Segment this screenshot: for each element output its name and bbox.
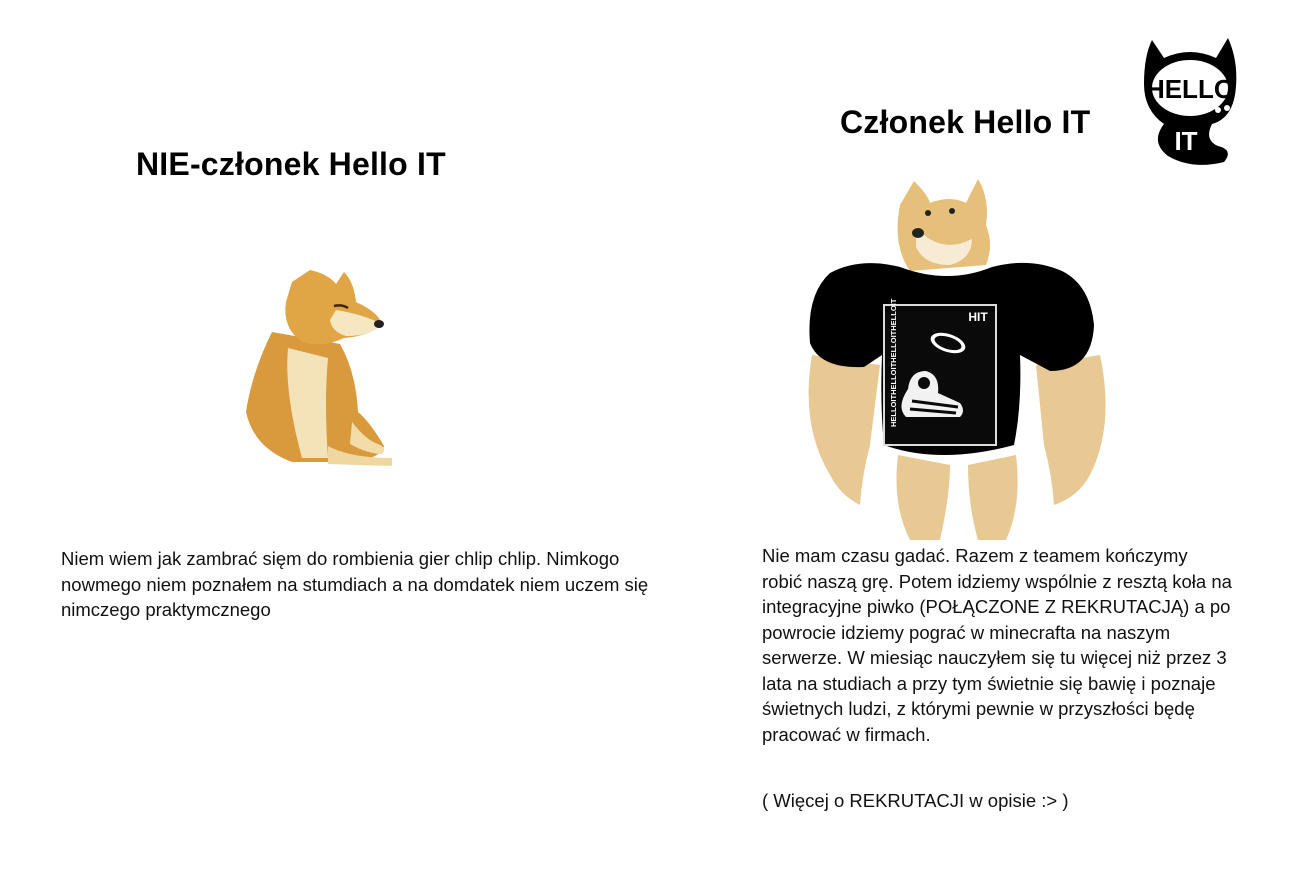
recruitment-note: ( Więcej o REKRUTACJI w opisie :> ) [762,790,1069,811]
shirt-print-frame [883,304,997,446]
member-description: Nie mam czasu gadać. Razem z teamem końc… [762,545,1232,745]
left-heading: NIE-członek Hello IT [136,146,446,182]
non-member-description: Niem wiem jak zambrać sięm do rombienia … [61,548,649,620]
shirt-print-label: HIT [968,310,988,324]
logo-hello-text: HELLO [1146,74,1234,104]
right-heading: Członek Hello IT [840,104,1091,140]
sad-doge-image [246,270,392,466]
hello-it-logo: HELLO IT [1144,38,1237,165]
buff-doge-image: HIT HELLOITHELLOITHELLOITHELLOIT [808,179,1106,540]
shirt-side-text: HELLOITHELLOITHELLOITHELLOIT [889,298,898,427]
logo-it-text: IT [1174,126,1197,156]
